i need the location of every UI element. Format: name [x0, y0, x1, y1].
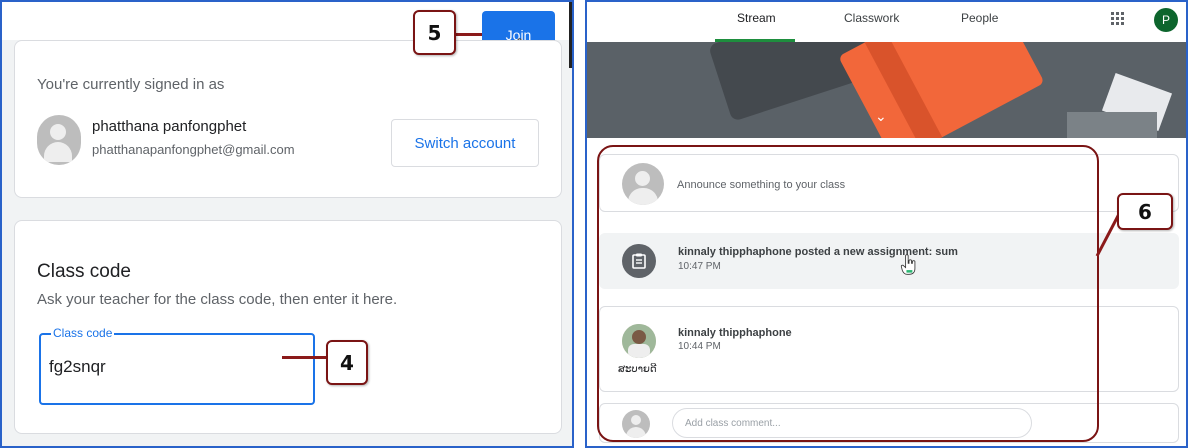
callout-step-5: 5	[413, 10, 456, 55]
callout-5-arrow	[456, 33, 482, 36]
class-banner: ⌄	[587, 42, 1186, 138]
user-avatar-icon	[37, 115, 81, 165]
callout-step-6: 6	[1117, 193, 1173, 230]
class-code-help: Ask your teacher for the class code, the…	[37, 291, 398, 308]
account-card: You're currently signed in as phatthana …	[14, 40, 562, 198]
signed-in-text: You're currently signed in as	[37, 76, 225, 93]
apps-grid-icon[interactable]	[1111, 12, 1125, 26]
account-name: phatthana panfongphet	[92, 118, 247, 135]
window-edge	[569, 2, 572, 68]
tab-classwork[interactable]: Classwork	[844, 11, 899, 25]
chevron-down-icon[interactable]: ⌄	[875, 108, 887, 125]
tab-stream[interactable]: Stream	[737, 11, 776, 25]
join-class-panel: Join You're currently signed in as phatt…	[0, 0, 574, 448]
class-code-title: Class code	[37, 261, 131, 282]
class-code-input[interactable]: Class code fg2snqr	[39, 326, 315, 405]
callout-4-arrow	[282, 356, 328, 359]
switch-account-button[interactable]: Switch account	[391, 119, 539, 167]
tab-people[interactable]: People	[961, 11, 998, 25]
callout-step-4: 4	[326, 340, 368, 385]
class-code-field-label: Class code	[51, 326, 115, 340]
class-code-card: Class code Ask your teacher for the clas…	[14, 220, 562, 434]
profile-avatar[interactable]: P	[1154, 8, 1178, 32]
stream-highlight-ring	[597, 145, 1099, 442]
banner-illustration	[587, 42, 1186, 138]
class-code-field-value: fg2snqr	[49, 357, 106, 376]
tab-bar: Stream Classwork People P	[587, 2, 1186, 42]
account-email: phatthanapanfongphet@gmail.com	[92, 142, 295, 157]
